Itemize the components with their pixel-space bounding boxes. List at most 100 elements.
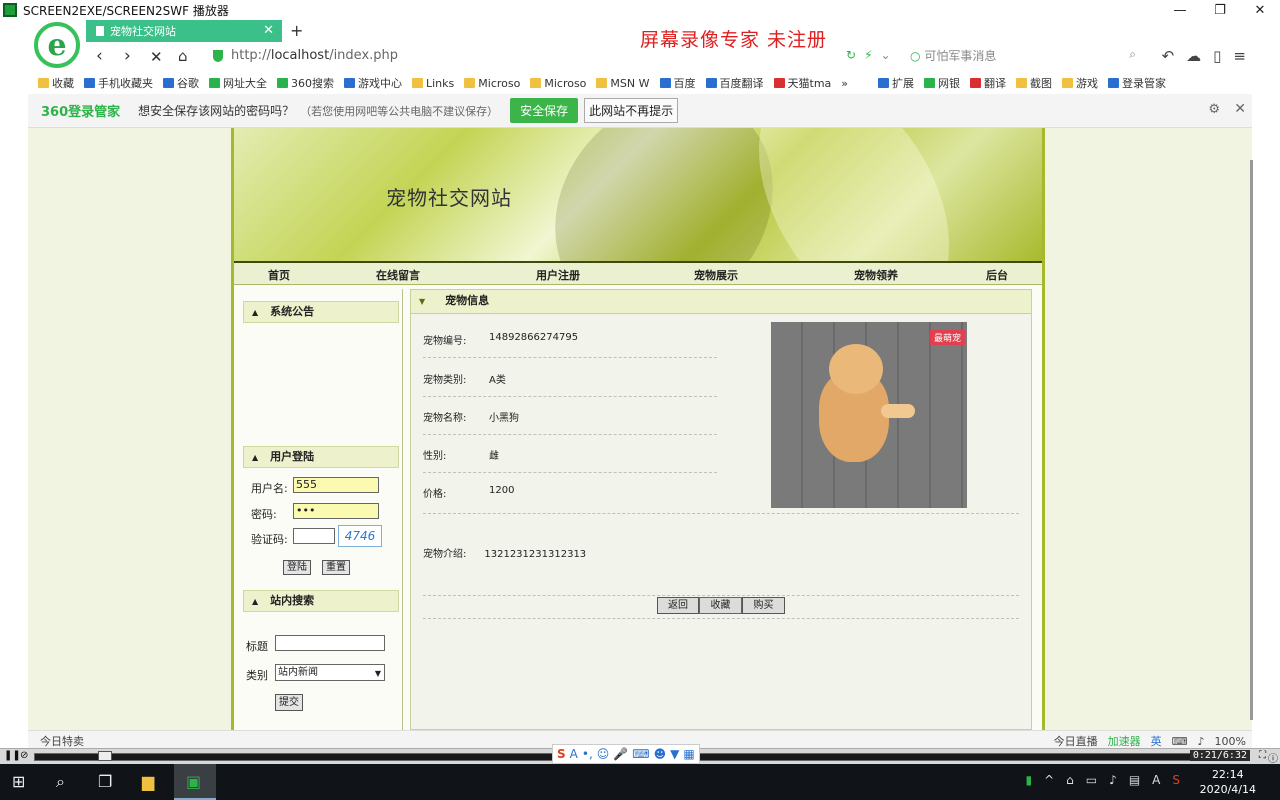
sogou-tray-icon[interactable]: S (1172, 773, 1180, 787)
pause-icon[interactable]: ❚❚ (4, 750, 21, 761)
info-icon[interactable]: ⓘ (1268, 750, 1278, 765)
back-icon[interactable]: ‹ (96, 46, 103, 66)
task-view-icon[interactable]: ❐ (98, 772, 112, 791)
lightning-icon[interactable]: ⚡ (864, 48, 872, 62)
tray-chevron-icon[interactable]: ^ (1044, 773, 1054, 787)
battery-icon[interactable]: ▮ (1026, 773, 1033, 787)
login-button[interactable]: 登陆 (283, 560, 311, 575)
ime-mic-icon[interactable]: 🎤 (613, 747, 628, 761)
search-submit-button[interactable]: 提交 (275, 694, 303, 711)
folder-icon (412, 78, 423, 88)
username-input[interactable]: 555 (293, 477, 379, 493)
bookmark-item[interactable]: Links (412, 77, 454, 90)
nav-guestbook[interactable]: 在线留言 (376, 267, 420, 283)
zoom-level[interactable]: 100% (1215, 735, 1246, 748)
ime-emoji-icon[interactable]: ☺ (597, 747, 610, 761)
search-type-select[interactable]: 站内新闻 ▼ (275, 664, 385, 681)
bookmark-item[interactable]: 百度 (659, 75, 696, 91)
new-tab-icon[interactable]: + (290, 20, 303, 42)
bookmark-item[interactable]: 网址大全 (209, 75, 267, 91)
monitor-icon[interactable]: ▭ (1086, 773, 1097, 787)
nav-register[interactable]: 用户注册 (536, 267, 580, 283)
reset-button[interactable]: 重置 (322, 560, 350, 575)
bookmark-item[interactable]: 360搜索 (277, 75, 334, 91)
phone-icon[interactable]: ▯ (1213, 47, 1221, 65)
file-explorer-icon[interactable]: ▆ (142, 772, 154, 791)
stop-icon[interactable]: ✕ (150, 48, 163, 66)
status-accelerator[interactable]: 加速器 (1108, 733, 1141, 748)
extension-item[interactable]: 截图 (1016, 75, 1052, 91)
menu-icon[interactable]: ≡ (1233, 47, 1246, 65)
back-button[interactable]: 返回 (657, 597, 699, 614)
dropdown-icon[interactable]: ⌄ (881, 48, 891, 62)
search-icon[interactable]: ⌕ (56, 772, 65, 792)
keyboard-icon[interactable]: ⌨ (1172, 735, 1188, 748)
player-app-icon[interactable]: ▣ (186, 772, 201, 791)
more-bookmarks-icon[interactable]: » (841, 77, 848, 90)
bookmark-item[interactable]: 手机收藏夹 (84, 75, 153, 91)
nav-home[interactable]: 首页 (268, 267, 290, 283)
bookmark-item[interactable]: 游戏中心 (344, 75, 402, 91)
bookmark-item[interactable]: 天猫tma (773, 75, 831, 91)
extension-item[interactable]: 扩展 (878, 75, 914, 91)
favorite-button[interactable]: 收藏 (699, 597, 742, 614)
bookmark-item[interactable]: Microso (464, 77, 520, 90)
tab-close-icon[interactable]: ✕ (263, 23, 274, 38)
taskbar-clock[interactable]: 22:14 2020/4/14 (1200, 767, 1256, 797)
home-icon[interactable]: ⌂ (178, 47, 188, 65)
close-icon[interactable]: ✕ (1240, 3, 1280, 18)
ime-mode-icon[interactable]: A (570, 747, 578, 761)
captcha-input[interactable] (293, 528, 335, 544)
cloud-icon[interactable]: ☁ (1186, 47, 1201, 65)
bookmark-item[interactable]: 百度翻译 (705, 75, 764, 91)
search-title-input[interactable] (275, 635, 385, 651)
nav-pet-show[interactable]: 宠物展示 (694, 267, 738, 283)
fullscreen-icon[interactable]: ⛶ (1259, 750, 1266, 761)
nav-admin[interactable]: 后台 (986, 267, 1008, 283)
undo-icon[interactable]: ↶ (1162, 47, 1175, 65)
browser-scrollbar[interactable] (1250, 160, 1253, 720)
ime-skin-icon[interactable]: ▼ (670, 747, 679, 761)
volume-icon[interactable]: ♪ (1198, 735, 1205, 748)
gear-icon[interactable]: ⚙ (1208, 102, 1220, 117)
status-ime[interactable]: 英 (1151, 733, 1162, 748)
bookmark-item[interactable]: 谷歌 (163, 75, 199, 91)
status-today-deals[interactable]: 今日特卖 (40, 733, 84, 748)
search-icon[interactable]: ⌕ (1129, 47, 1136, 62)
extension-item[interactable]: 翻译 (970, 75, 1006, 91)
ime-indicator-icon[interactable]: A (1152, 773, 1160, 787)
search-input[interactable]: ○ 可怕军事消息 ⌕ (910, 47, 1140, 67)
close-bar-icon[interactable]: ✕ (1234, 101, 1246, 117)
status-live[interactable]: 今日直播 (1054, 733, 1098, 748)
extension-item[interactable]: 网银 (924, 75, 960, 91)
ime-grid-icon[interactable]: ▦ (683, 747, 694, 761)
forward-icon[interactable]: › (124, 46, 131, 66)
browser-logo-icon[interactable]: e (34, 22, 80, 68)
buy-button[interactable]: 购买 (742, 597, 785, 614)
extension-item[interactable]: 登录管家 (1108, 75, 1166, 91)
ime-keyboard-icon[interactable]: ⌨ (632, 747, 649, 761)
network-icon[interactable]: ⌂ (1066, 773, 1074, 787)
minimize-icon[interactable]: — (1160, 3, 1200, 18)
stop-playback-icon[interactable]: ⊘ (20, 750, 28, 761)
save-password-button[interactable]: 安全保存 (510, 98, 579, 123)
refresh-icon[interactable]: ↻ (846, 48, 856, 62)
address-bar[interactable]: http://localhost/index.php (231, 48, 398, 63)
restore-icon[interactable]: ❐ (1200, 3, 1240, 18)
windows-start-icon[interactable]: ⊞ (12, 772, 25, 791)
sogou-icon[interactable]: S (557, 747, 566, 761)
never-save-button[interactable]: 此网站不再提示 (584, 98, 679, 123)
seek-thumb[interactable] (98, 751, 112, 761)
captcha-image[interactable]: 4746 (338, 525, 382, 547)
extension-item[interactable]: 游戏 (1062, 75, 1098, 91)
ime-punct-icon[interactable]: •, (582, 747, 593, 761)
bookmark-item[interactable]: Microso (530, 77, 586, 90)
ime-user-icon[interactable]: ☻ (654, 747, 667, 761)
browser-tab[interactable]: 宠物社交网站 ✕ (86, 20, 282, 42)
nav-adoption[interactable]: 宠物领养 (854, 267, 898, 283)
bookmark-item[interactable]: MSN W (596, 77, 650, 90)
password-input[interactable]: ••• (293, 503, 379, 519)
action-center-icon[interactable]: ▤ (1129, 773, 1140, 787)
bookmark-item[interactable]: 收藏 (38, 75, 74, 91)
speaker-icon[interactable]: ♪ (1109, 773, 1117, 787)
